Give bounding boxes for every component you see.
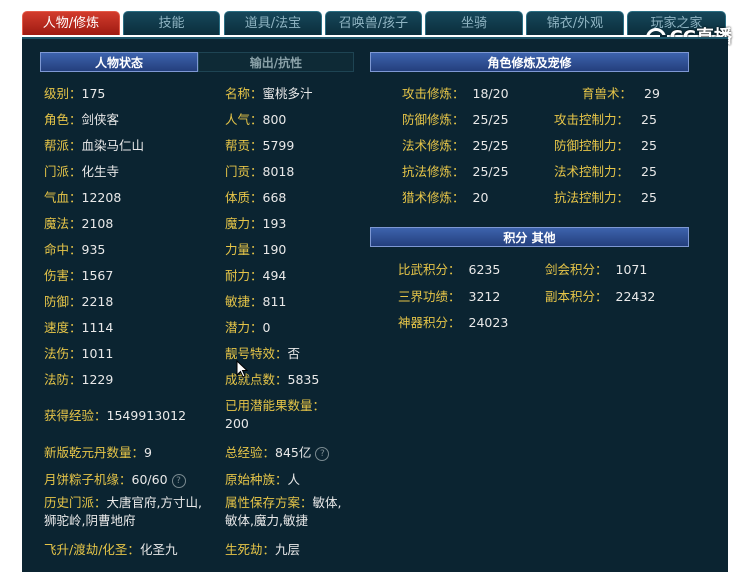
help-icon[interactable]: ?	[171, 473, 186, 488]
cultivation-row-2: 防御控制力： 25	[554, 138, 657, 153]
stat-row: 命中：935	[44, 242, 106, 257]
stat-row: 帮派：血染马仁山	[44, 138, 145, 153]
mooncake-row: 月饼粽子机缘：60/60?	[44, 469, 186, 488]
stat-row: 人气：800	[225, 112, 287, 127]
cultivation-row-2: 攻击控制力： 25	[554, 112, 657, 127]
cultivation-row: 防御修炼： 25/25	[402, 112, 509, 127]
qianyuan-row: 新版乾元丹数量：9	[44, 445, 152, 460]
tab-mounts[interactable]: 坐骑	[425, 11, 523, 35]
points-row: 三界功绩： 3212	[398, 289, 501, 304]
tab-character[interactable]: 人物/修炼	[22, 11, 120, 35]
stat-row: 防御：2218	[44, 294, 114, 309]
stat-row: 伤害：1567	[44, 268, 114, 283]
stat-row: 门派：化生寺	[44, 164, 120, 179]
stat-row: 力量：190	[225, 242, 287, 257]
stat-row: 体质：668	[225, 190, 287, 205]
tab-items[interactable]: 道具/法宝	[224, 11, 322, 35]
cultivation-row: 抗法修炼： 25/25	[402, 164, 509, 179]
total-exp-row: 总经验：845亿?	[225, 442, 330, 461]
header-status[interactable]: 人物状态	[40, 52, 198, 72]
cultivation-row: 攻击修炼： 18/20	[402, 86, 509, 101]
exp-row: 获得经验：1549913012	[44, 408, 187, 423]
help-icon[interactable]: ?	[315, 446, 330, 461]
points-row-2: 副本积分： 22432	[545, 289, 656, 304]
stat-row: 敏捷：811	[225, 294, 287, 309]
stat-row: 帮贡：5799	[225, 138, 295, 153]
tab-bar: 人物/修炼 技能 道具/法宝 召唤兽/孩子 坐骑 锦衣/外观 玩家之家	[22, 11, 728, 37]
stat-row: 魔力：193	[225, 216, 287, 231]
stat-row: 门贡：8018	[225, 164, 295, 179]
cultivation-row: 猎术修炼： 20	[402, 190, 489, 205]
history-school-row: 历史门派：大唐官府,方寸山,狮驼岭,阴曹地府	[44, 495, 202, 528]
header-cultivation: 角色修炼及宠修	[370, 52, 689, 72]
stat-row: 名称：蜜桃多汁	[225, 86, 313, 101]
header-output[interactable]: 输出/抗性	[198, 52, 354, 72]
stat-row: 法伤：1011	[44, 346, 114, 361]
cultivation-row-2: 法术控制力： 25	[554, 164, 657, 179]
tab-skills[interactable]: 技能	[123, 11, 220, 35]
cultivation-row-2: 抗法控制力： 25	[554, 190, 657, 205]
stat-row: 角色：剑侠客	[44, 112, 120, 127]
used-fruit-row: 已用潜能果数量： 200	[225, 398, 326, 431]
tab-appearance[interactable]: 锦衣/外观	[526, 11, 624, 35]
stat-row: 魔法：2108	[44, 216, 114, 231]
stat-row: 速度：1114	[44, 320, 114, 335]
stat-row: 气血：12208	[44, 190, 122, 205]
stat-row: 耐力：494	[225, 268, 287, 283]
header-points: 积分 其他	[370, 227, 689, 247]
stat-row: 法防：1229	[44, 372, 114, 387]
life-death-row: 生死劫：九层	[225, 542, 301, 557]
race-row: 原始种族：人	[225, 472, 301, 487]
mouse-cursor-icon	[236, 360, 248, 378]
cultivation-row-2: 育兽术： 29	[582, 86, 660, 101]
cultivation-row: 法术修炼： 25/25	[402, 138, 509, 153]
points-row: 比武积分： 6235	[398, 262, 501, 277]
ascension-row: 飞升/渡劫/化圣：化圣九	[44, 542, 178, 557]
points-row-2: 剑会积分： 1071	[545, 262, 648, 277]
tab-summons[interactable]: 召唤兽/孩子	[325, 11, 422, 35]
points-row: 神器积分： 24023	[398, 315, 509, 330]
stat-row: 潜力：0	[225, 320, 271, 335]
character-panel: 人物状态 输出/抗性 角色修炼及宠修 积分 其他 级别：175 角色：剑侠客 帮…	[22, 37, 728, 572]
stat-row: 级别：175	[44, 86, 106, 101]
attr-plan-row: 属性保存方案：敏体,敏体,魔力,敏捷	[225, 495, 342, 528]
